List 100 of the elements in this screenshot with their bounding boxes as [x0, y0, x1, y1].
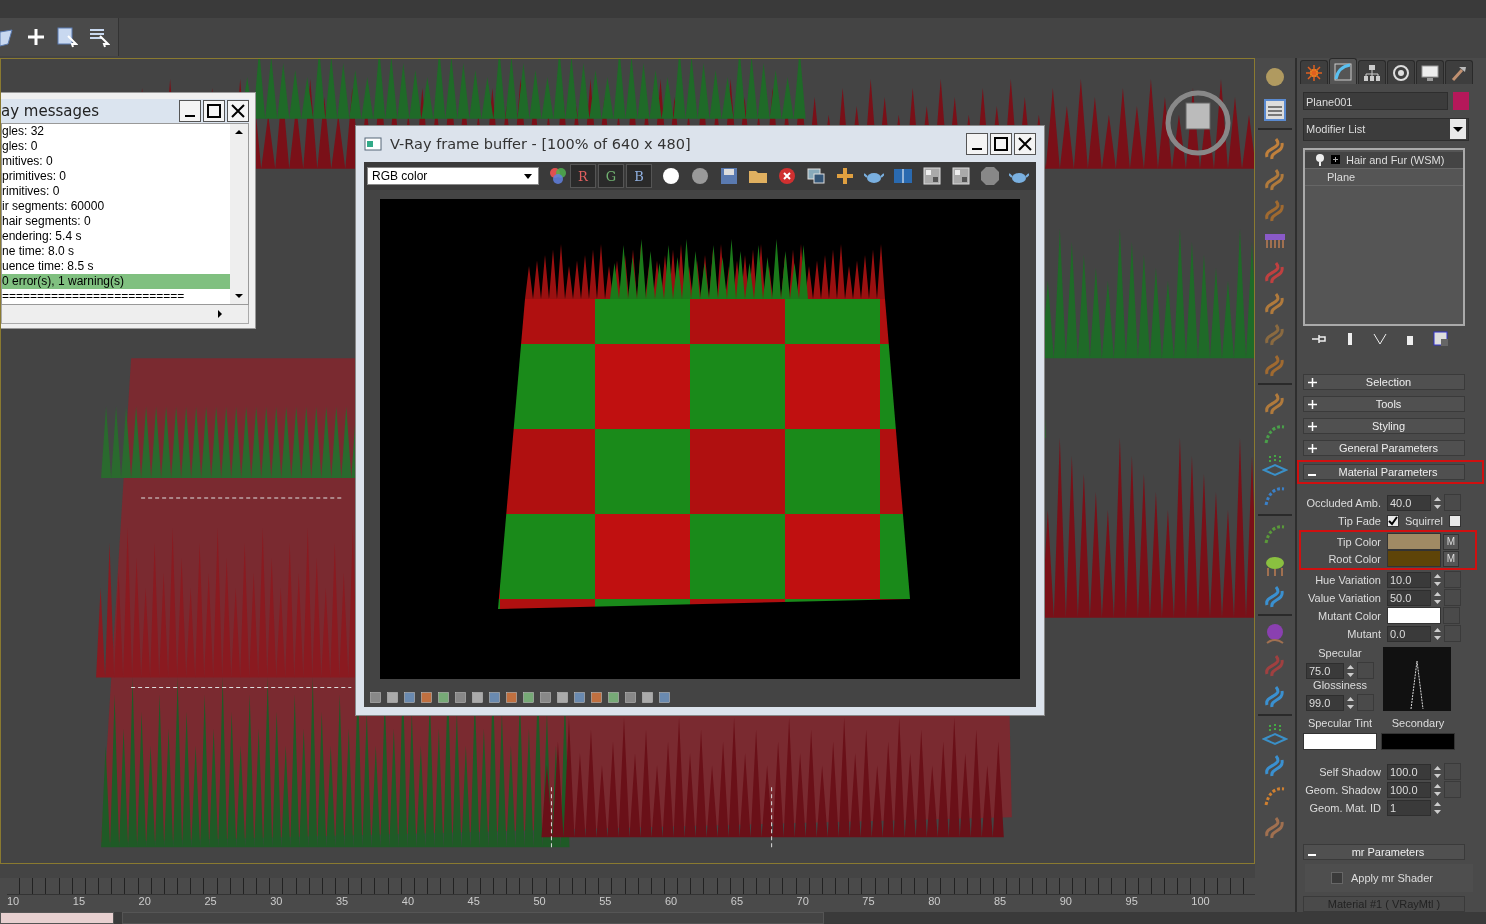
spinner-field[interactable]: 40.0	[1387, 494, 1431, 511]
frame-number: 25	[204, 895, 218, 908]
list-icon[interactable]	[1262, 97, 1288, 123]
checkmark-icon	[1388, 515, 1398, 526]
parameter-label: Mutant Color	[1317, 609, 1382, 622]
spinner-arrows-icon[interactable]	[1433, 781, 1442, 798]
frame-number: 15	[72, 895, 87, 908]
panel-tab[interactable]	[1445, 60, 1473, 84]
parameter-label: Self Shadow	[1318, 765, 1382, 778]
frame-number: 85	[993, 895, 1008, 908]
frame-number: 60	[664, 895, 679, 908]
spinner-field[interactable]: 50.0	[1387, 589, 1431, 606]
modifier-list-dropdown[interactable]: Modifier List	[1303, 118, 1469, 141]
color-swatch[interactable]	[1303, 733, 1377, 750]
rollout-header[interactable]: Selection	[1303, 374, 1465, 390]
configure-icon[interactable]	[1433, 330, 1449, 347]
frame-number: 65	[730, 895, 744, 908]
spinner-arrows-icon[interactable]	[1346, 662, 1355, 679]
checkbox[interactable]	[1448, 514, 1461, 527]
frame-number: 45	[467, 895, 481, 908]
panel-tab[interactable]	[1387, 60, 1415, 84]
rollout-header[interactable]: Material Parameters	[1303, 464, 1465, 480]
hierarchy-icon	[1363, 63, 1381, 82]
grid-icon[interactable]	[1262, 452, 1288, 478]
color-swatch[interactable]	[1387, 533, 1441, 550]
bar-icon[interactable]	[1345, 331, 1355, 346]
parameter-label: Geom. Shadow	[1304, 783, 1382, 796]
plus-icon[interactable]	[26, 27, 46, 47]
rollout-header[interactable]: Tools	[1303, 396, 1465, 412]
map-button[interactable]: M	[1443, 533, 1459, 550]
checkbox[interactable]	[1387, 514, 1399, 527]
stack-item[interactable]: Hair and Fur (WSM)	[1305, 151, 1463, 169]
spinner-arrows-icon[interactable]	[1433, 799, 1442, 816]
plus-icon	[1308, 421, 1317, 431]
plus-icon	[1308, 399, 1317, 409]
object-name-field[interactable]: Plane001	[1303, 92, 1448, 110]
spinner-field[interactable]: 75.0	[1306, 662, 1344, 679]
frame-number: 80	[928, 895, 942, 908]
spinner-arrows-icon[interactable]	[1433, 625, 1442, 642]
parameter-label: Specular	[1318, 647, 1362, 661]
spinner-field[interactable]: 100.0	[1387, 781, 1431, 798]
sun-icon	[1305, 63, 1323, 82]
parameter-label: Value Variation	[1307, 591, 1382, 604]
minus-icon	[1308, 474, 1316, 476]
vertex-icon[interactable]	[1373, 331, 1387, 346]
frame-number: 55	[599, 895, 613, 908]
parameter-label: Secondary	[1391, 717, 1445, 731]
spinner-field[interactable]: 1	[1387, 799, 1431, 816]
spinner-arrows-icon[interactable]	[1346, 694, 1355, 711]
curve-icon	[1334, 62, 1352, 81]
select-list-icon[interactable]	[88, 26, 110, 48]
panel-tab[interactable]	[1416, 60, 1444, 84]
checkbox-label: Apply mr Shader	[1350, 872, 1434, 884]
parameter-label: Hue Variation	[1314, 573, 1382, 586]
frame-number: 50	[533, 895, 547, 908]
checkbox[interactable]	[1331, 872, 1343, 884]
spinner-arrows-icon[interactable]	[1433, 763, 1442, 780]
specular-graph	[1383, 647, 1451, 711]
parameter-label: Tip Color	[1335, 535, 1382, 548]
spinner-field[interactable]: 99.0	[1306, 694, 1344, 711]
spinner-field[interactable]: 10.0	[1387, 571, 1431, 588]
plus-icon	[1308, 443, 1317, 453]
monitor-icon	[1421, 63, 1439, 82]
parameter-label: Specular Tint	[1307, 717, 1373, 731]
color-swatch[interactable]	[1381, 733, 1455, 750]
spinner-field[interactable]: 0.0	[1387, 625, 1431, 642]
object-color-swatch[interactable]	[1453, 92, 1469, 110]
bulb-icon[interactable]	[1315, 153, 1325, 166]
rollout-header[interactable]: General Parameters	[1303, 440, 1465, 456]
frame-number: 30	[270, 895, 284, 908]
spinner-arrows-icon[interactable]	[1433, 571, 1442, 588]
grid-icon[interactable]	[1262, 721, 1288, 747]
spinner-arrows-icon[interactable]	[1433, 494, 1442, 511]
map-button[interactable]: M	[1443, 550, 1459, 567]
parameter-label: Occluded Amb.	[1305, 496, 1382, 509]
color-swatch[interactable]	[1387, 607, 1441, 624]
frame-number: 75	[862, 895, 876, 908]
panel-tab[interactable]	[1358, 60, 1386, 84]
parameter-label: Glossiness	[1313, 679, 1367, 693]
spinner-field[interactable]: 100.0	[1387, 763, 1431, 780]
plus-icon	[1308, 377, 1317, 387]
timeline-ruler[interactable]: 10 15 20 25 30 35 40 45 50 55 60 65 70 75 80 85 90 95 100	[0, 878, 1255, 912]
stack-item[interactable]: Plane	[1305, 168, 1463, 186]
parameter-label: Geom. Mat. ID	[1308, 801, 1382, 814]
frame-number: 90	[1059, 895, 1073, 908]
expand-icon[interactable]	[1331, 155, 1340, 165]
spinner-arrows-icon[interactable]	[1433, 589, 1442, 606]
layers-icon[interactable]	[0, 26, 16, 48]
checkbox-label: Tip Fade	[1337, 514, 1382, 527]
color-swatch[interactable]	[1387, 550, 1441, 567]
frame-number: 35	[336, 895, 350, 908]
target-icon	[1392, 63, 1410, 82]
frame-number: 100	[1191, 895, 1211, 908]
select-object-icon[interactable]	[56, 26, 78, 48]
frame-number: 95	[1125, 895, 1139, 908]
rollout-header[interactable]: Styling	[1303, 418, 1465, 434]
panel-tab[interactable]	[1329, 58, 1357, 84]
frame-number: 10	[7, 895, 21, 908]
parameter-label: Mutant	[1346, 627, 1382, 640]
rollout-header[interactable]: mr Parameters	[1303, 844, 1465, 860]
